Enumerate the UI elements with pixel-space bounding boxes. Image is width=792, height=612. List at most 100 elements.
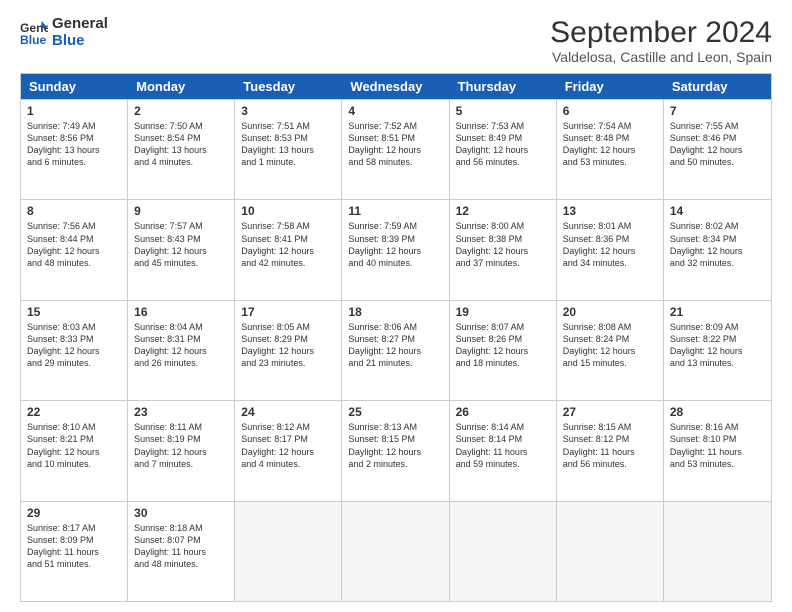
calendar-row: 22Sunrise: 8:10 AMSunset: 8:21 PMDayligh… — [21, 400, 771, 500]
svg-text:Blue: Blue — [20, 33, 47, 47]
cell-line: Sunset: 8:48 PM — [563, 132, 657, 144]
calendar-cell: 17Sunrise: 8:05 AMSunset: 8:29 PMDayligh… — [235, 301, 342, 400]
calendar-row: 1Sunrise: 7:49 AMSunset: 8:56 PMDaylight… — [21, 99, 771, 199]
cell-line: Sunrise: 8:08 AM — [563, 321, 657, 333]
main-title: September 2024 — [550, 16, 772, 49]
cell-line: and 1 minute. — [241, 156, 335, 168]
cell-line: Sunset: 8:12 PM — [563, 433, 657, 445]
page: General Blue General Blue September 2024… — [0, 0, 792, 612]
cell-line: Sunset: 8:53 PM — [241, 132, 335, 144]
cell-line: Daylight: 11 hours — [456, 446, 550, 458]
day-number: 25 — [348, 405, 442, 419]
cell-line: and 2 minutes. — [348, 458, 442, 470]
cell-line: Sunset: 8:09 PM — [27, 534, 121, 546]
cell-line: Sunrise: 7:52 AM — [348, 120, 442, 132]
cell-line: Sunset: 8:43 PM — [134, 233, 228, 245]
cell-line: and 4 minutes. — [241, 458, 335, 470]
cell-line: Sunrise: 7:57 AM — [134, 220, 228, 232]
cell-line: Sunset: 8:07 PM — [134, 534, 228, 546]
cell-line: and 7 minutes. — [134, 458, 228, 470]
cell-line: Sunrise: 8:05 AM — [241, 321, 335, 333]
day-number: 29 — [27, 506, 121, 520]
day-number: 4 — [348, 104, 442, 118]
cell-line: Daylight: 13 hours — [27, 144, 121, 156]
cell-line: and 59 minutes. — [456, 458, 550, 470]
cell-line: Daylight: 13 hours — [241, 144, 335, 156]
cell-line: Sunrise: 8:12 AM — [241, 421, 335, 433]
day-number: 15 — [27, 305, 121, 319]
calendar-cell: 20Sunrise: 8:08 AMSunset: 8:24 PMDayligh… — [557, 301, 664, 400]
cell-line: and 50 minutes. — [670, 156, 765, 168]
cell-line: and 56 minutes. — [563, 458, 657, 470]
day-number: 17 — [241, 305, 335, 319]
cell-line: Sunrise: 7:56 AM — [27, 220, 121, 232]
cell-line: Daylight: 12 hours — [134, 245, 228, 257]
day-number: 27 — [563, 405, 657, 419]
logo-line2: Blue — [52, 33, 108, 50]
cell-line: Daylight: 13 hours — [134, 144, 228, 156]
calendar-cell: 1Sunrise: 7:49 AMSunset: 8:56 PMDaylight… — [21, 100, 128, 199]
cell-line: Daylight: 12 hours — [241, 245, 335, 257]
cell-line: and 13 minutes. — [670, 357, 765, 369]
cell-line: Daylight: 11 hours — [27, 546, 121, 558]
cell-line: Sunset: 8:56 PM — [27, 132, 121, 144]
cell-line: Sunrise: 8:15 AM — [563, 421, 657, 433]
calendar-cell: 23Sunrise: 8:11 AMSunset: 8:19 PMDayligh… — [128, 401, 235, 500]
cell-line: Sunset: 8:31 PM — [134, 333, 228, 345]
day-number: 8 — [27, 204, 121, 218]
cell-line: Sunrise: 8:13 AM — [348, 421, 442, 433]
day-number: 30 — [134, 506, 228, 520]
day-number: 23 — [134, 405, 228, 419]
day-number: 11 — [348, 204, 442, 218]
cell-line: and 42 minutes. — [241, 257, 335, 269]
cell-line: and 53 minutes. — [670, 458, 765, 470]
cell-line: Daylight: 12 hours — [563, 144, 657, 156]
day-number: 6 — [563, 104, 657, 118]
calendar-cell — [342, 502, 449, 601]
cell-line: Sunset: 8:41 PM — [241, 233, 335, 245]
cell-line: and 56 minutes. — [456, 156, 550, 168]
day-number: 18 — [348, 305, 442, 319]
calendar-cell: 21Sunrise: 8:09 AMSunset: 8:22 PMDayligh… — [664, 301, 771, 400]
calendar-cell: 26Sunrise: 8:14 AMSunset: 8:14 PMDayligh… — [450, 401, 557, 500]
title-block: September 2024 Valdelosa, Castille and L… — [550, 16, 772, 65]
cell-line: and 26 minutes. — [134, 357, 228, 369]
calendar-header: SundayMondayTuesdayWednesdayThursdayFrid… — [21, 74, 771, 99]
subtitle: Valdelosa, Castille and Leon, Spain — [550, 49, 772, 65]
cell-line: Daylight: 12 hours — [563, 345, 657, 357]
calendar-cell: 7Sunrise: 7:55 AMSunset: 8:46 PMDaylight… — [664, 100, 771, 199]
calendar-cell: 18Sunrise: 8:06 AMSunset: 8:27 PMDayligh… — [342, 301, 449, 400]
cell-line: Sunrise: 8:06 AM — [348, 321, 442, 333]
calendar-cell: 8Sunrise: 7:56 AMSunset: 8:44 PMDaylight… — [21, 200, 128, 299]
calendar: SundayMondayTuesdayWednesdayThursdayFrid… — [20, 73, 772, 602]
day-number: 7 — [670, 104, 765, 118]
cell-line: Daylight: 12 hours — [27, 446, 121, 458]
calendar-cell: 22Sunrise: 8:10 AMSunset: 8:21 PMDayligh… — [21, 401, 128, 500]
cell-line: Daylight: 12 hours — [348, 446, 442, 458]
calendar-day-header: Thursday — [450, 74, 557, 99]
cell-line: Sunrise: 8:17 AM — [27, 522, 121, 534]
cell-line: and 40 minutes. — [348, 257, 442, 269]
cell-line: Sunrise: 8:14 AM — [456, 421, 550, 433]
cell-line: Sunset: 8:36 PM — [563, 233, 657, 245]
cell-line: Sunrise: 7:55 AM — [670, 120, 765, 132]
cell-line: Daylight: 12 hours — [27, 345, 121, 357]
cell-line: Sunrise: 8:03 AM — [27, 321, 121, 333]
cell-line: Daylight: 12 hours — [456, 144, 550, 156]
calendar-cell: 13Sunrise: 8:01 AMSunset: 8:36 PMDayligh… — [557, 200, 664, 299]
cell-line: Sunrise: 8:18 AM — [134, 522, 228, 534]
calendar-cell — [450, 502, 557, 601]
cell-line: and 48 minutes. — [27, 257, 121, 269]
cell-line: Daylight: 12 hours — [670, 345, 765, 357]
calendar-cell: 10Sunrise: 7:58 AMSunset: 8:41 PMDayligh… — [235, 200, 342, 299]
cell-line: and 18 minutes. — [456, 357, 550, 369]
calendar-day-header: Friday — [557, 74, 664, 99]
cell-line: Sunrise: 8:11 AM — [134, 421, 228, 433]
cell-line: and 10 minutes. — [27, 458, 121, 470]
calendar-cell: 16Sunrise: 8:04 AMSunset: 8:31 PMDayligh… — [128, 301, 235, 400]
day-number: 13 — [563, 204, 657, 218]
cell-line: Sunset: 8:26 PM — [456, 333, 550, 345]
cell-line: Sunrise: 7:54 AM — [563, 120, 657, 132]
day-number: 2 — [134, 104, 228, 118]
calendar-cell: 15Sunrise: 8:03 AMSunset: 8:33 PMDayligh… — [21, 301, 128, 400]
